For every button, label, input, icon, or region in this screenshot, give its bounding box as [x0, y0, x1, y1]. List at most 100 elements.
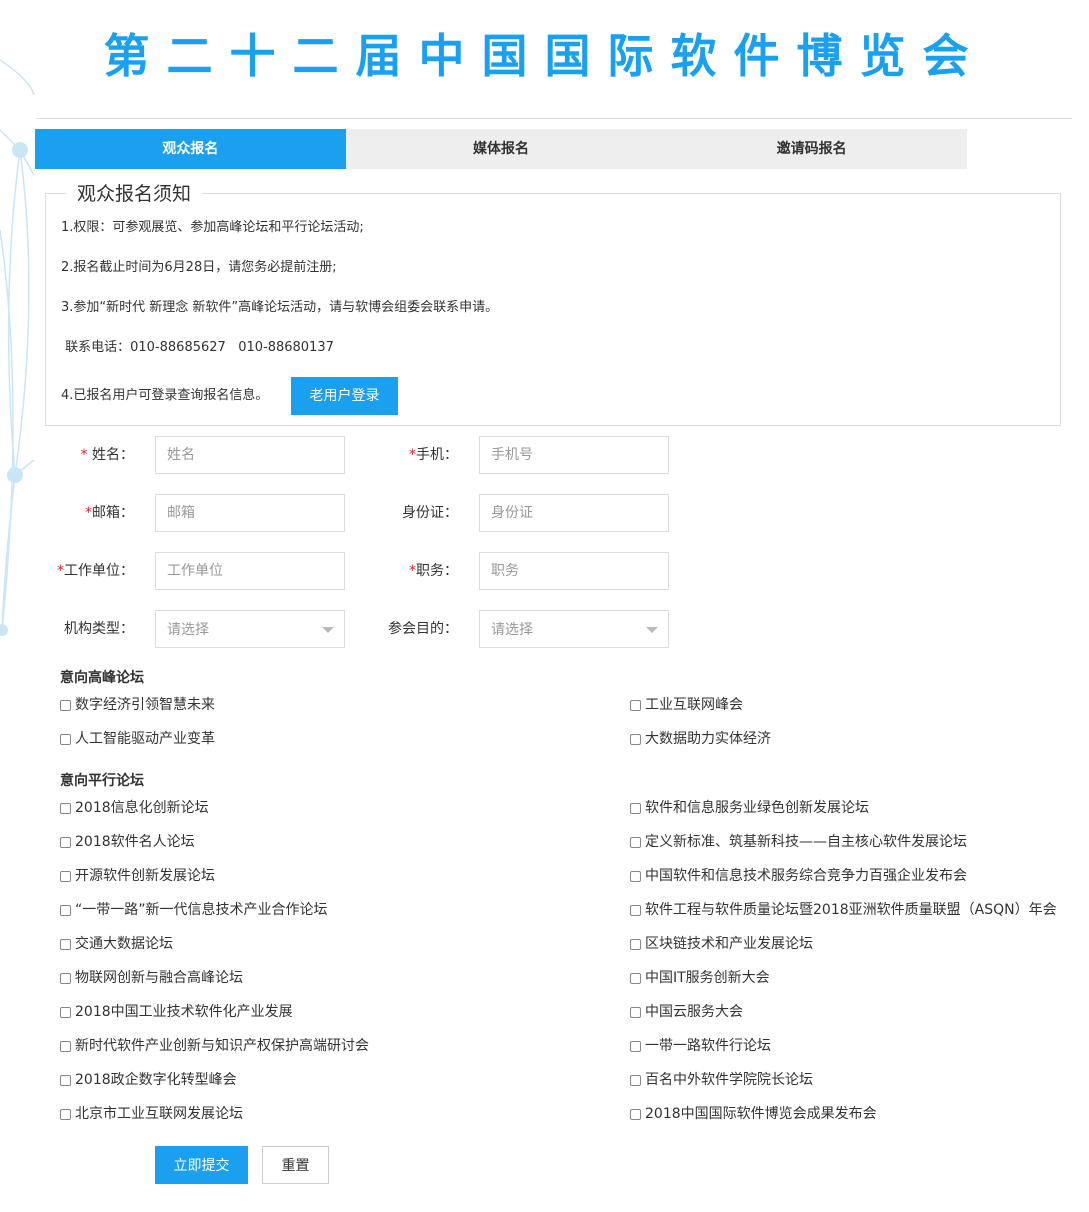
position-input[interactable] [479, 552, 669, 590]
checkbox[interactable] [60, 733, 71, 745]
forum-checkbox-item[interactable]: 区块链技术和产业发展论坛 [630, 934, 813, 954]
forum-label: 数字经济引领智慧未来 [75, 697, 215, 713]
checkbox[interactable] [630, 802, 641, 814]
forum-label: 一带一路软件行论坛 [645, 1038, 771, 1054]
checkbox[interactable] [630, 1040, 641, 1052]
checkbox[interactable] [60, 1006, 71, 1018]
forum-label: 工业互联网峰会 [645, 697, 743, 713]
forum-checkbox-item[interactable]: 定义新标准、筑基新科技——自主核心软件发展论坛 [630, 832, 967, 852]
submit-button[interactable]: 立即提交 [155, 1146, 248, 1184]
purpose-select[interactable]: 请选择 [479, 610, 669, 648]
notice-line-1: 1.权限：可参观展览、参加高峰论坛和平行论坛活动; [61, 220, 364, 235]
forum-label: 大数据助力实体经济 [645, 731, 771, 747]
checkbox[interactable] [60, 1074, 71, 1086]
forum-label: 人工智能驱动产业变革 [75, 731, 215, 747]
tab-audience[interactable]: 观众报名 [35, 129, 346, 169]
checkbox[interactable] [60, 1108, 71, 1120]
reset-button[interactable]: 重置 [262, 1146, 329, 1184]
chevron-down-icon [322, 627, 334, 633]
forum-checkbox-item[interactable]: “一带一路”新一代信息技术产业合作论坛 [60, 900, 328, 920]
forum-checkbox-item[interactable]: 2018中国工业技术软件化产业发展 [60, 1002, 293, 1022]
notice-line-4: 4.已报名用户可登录查询报名信息。 [61, 388, 269, 403]
notice-heading: 观众报名须知 [66, 181, 203, 207]
forum-label: 2018软件名人论坛 [75, 834, 195, 850]
forum-checkbox-item[interactable]: 工业互联网峰会 [630, 695, 743, 715]
notice-line-2: 2.报名截止时间为6月28日，请您务必提前注册; [61, 260, 337, 275]
forum-label: 2018中国国际软件博览会成果发布会 [645, 1106, 877, 1122]
checkbox[interactable] [630, 699, 641, 711]
forum-checkbox-item[interactable]: 2018中国国际软件博览会成果发布会 [630, 1104, 877, 1124]
checkbox[interactable] [630, 1006, 641, 1018]
forum-checkbox-item[interactable]: 软件和信息服务业绿色创新发展论坛 [630, 798, 869, 818]
forum-checkbox-item[interactable]: 新时代软件产业创新与知识产权保护高端研讨会 [60, 1036, 369, 1056]
phone-input[interactable] [479, 436, 669, 474]
forum-label: 北京市工业互联网发展论坛 [75, 1106, 243, 1122]
forum-checkbox-item[interactable]: 大数据助力实体经济 [630, 729, 771, 749]
forum-checkbox-item[interactable]: 开源软件创新发展论坛 [60, 866, 215, 886]
checkbox[interactable] [60, 870, 71, 882]
forum-checkbox-item[interactable]: 软件工程与软件质量论坛暨2018亚洲软件质量联盟（ASQN）年会 [630, 900, 1057, 920]
form-row-name-phone: * 姓名： *手机： [0, 436, 700, 474]
company-label: *工作单位： [57, 563, 134, 579]
forum-checkbox-item[interactable]: 2018信息化创新论坛 [60, 798, 209, 818]
checkbox[interactable] [630, 938, 641, 950]
forum-checkbox-item[interactable]: 物联网创新与融合高峰论坛 [60, 968, 243, 988]
name-input[interactable] [155, 436, 345, 474]
forum-label: 新时代软件产业创新与知识产权保护高端研讨会 [75, 1038, 369, 1054]
checkbox[interactable] [630, 733, 641, 745]
checkbox[interactable] [60, 699, 71, 711]
checkbox[interactable] [630, 836, 641, 848]
checkbox[interactable] [60, 1040, 71, 1052]
form-row-company-position: *工作单位： *职务： [0, 552, 700, 590]
forum-label: 中国云服务大会 [645, 1004, 743, 1020]
summit-forums-heading: 意向高峰论坛 [60, 670, 144, 686]
position-label: *职务： [409, 563, 458, 579]
forum-label: 中国软件和信息技术服务综合竞争力百强企业发布会 [645, 868, 967, 884]
forum-checkbox-item[interactable]: 中国IT服务创新大会 [630, 968, 770, 988]
purpose-value: 请选择 [491, 622, 533, 638]
purpose-label: 参会目的： [388, 621, 458, 637]
forum-label: 开源软件创新发展论坛 [75, 868, 215, 884]
forum-checkbox-item[interactable]: 中国软件和信息技术服务综合竞争力百强企业发布会 [630, 866, 967, 886]
checkbox[interactable] [630, 972, 641, 984]
forum-checkbox-item[interactable]: 一带一路软件行论坛 [630, 1036, 771, 1056]
checkbox[interactable] [630, 904, 641, 916]
forum-checkbox-item[interactable]: 中国云服务大会 [630, 1002, 743, 1022]
forum-checkbox-item[interactable]: 数字经济引领智慧未来 [60, 695, 215, 715]
old-user-login-button[interactable]: 老用户登录 [291, 377, 398, 415]
checkbox[interactable] [60, 904, 71, 916]
chevron-down-icon [646, 627, 658, 633]
company-input[interactable] [155, 552, 345, 590]
org-type-select[interactable]: 请选择 [155, 610, 345, 648]
checkbox[interactable] [630, 1074, 641, 1086]
forum-label: 区块链技术和产业发展论坛 [645, 936, 813, 952]
org-type-value: 请选择 [167, 622, 209, 638]
forum-checkbox-item[interactable]: 北京市工业互联网发展论坛 [60, 1104, 243, 1124]
name-label: * 姓名： [80, 447, 134, 463]
org-type-label: 机构类型： [64, 621, 134, 637]
notice-line-3: 3.参加“新时代 新理念 新软件”高峰论坛活动，请与软博会组委会联系申请。 [61, 300, 499, 315]
forum-label: “一带一路”新一代信息技术产业合作论坛 [75, 902, 328, 918]
forum-checkbox-item[interactable]: 2018软件名人论坛 [60, 832, 195, 852]
tab-invite-code[interactable]: 邀请码报名 [656, 129, 967, 169]
email-input[interactable] [155, 494, 345, 532]
checkbox[interactable] [60, 938, 71, 950]
forum-label: 2018中国工业技术软件化产业发展 [75, 1004, 293, 1020]
parallel-forums-heading: 意向平行论坛 [60, 773, 144, 789]
forum-checkbox-item[interactable]: 2018政企数字化转型峰会 [60, 1070, 237, 1090]
forum-label: 物联网创新与融合高峰论坛 [75, 970, 243, 986]
registration-tabs: 观众报名 媒体报名 邀请码报名 [35, 129, 967, 169]
id-card-input[interactable] [479, 494, 669, 532]
page-title: 第二十二届中国国际软件博览会 [103, 29, 986, 83]
checkbox[interactable] [60, 972, 71, 984]
checkbox[interactable] [60, 802, 71, 814]
forum-label: 交通大数据论坛 [75, 936, 173, 952]
forum-label: 2018信息化创新论坛 [75, 800, 209, 816]
forum-checkbox-item[interactable]: 百名中外软件学院院长论坛 [630, 1070, 813, 1090]
tab-media[interactable]: 媒体报名 [346, 129, 657, 169]
checkbox[interactable] [60, 836, 71, 848]
forum-checkbox-item[interactable]: 人工智能驱动产业变革 [60, 729, 215, 749]
forum-checkbox-item[interactable]: 交通大数据论坛 [60, 934, 173, 954]
checkbox[interactable] [630, 870, 641, 882]
checkbox[interactable] [630, 1108, 641, 1120]
